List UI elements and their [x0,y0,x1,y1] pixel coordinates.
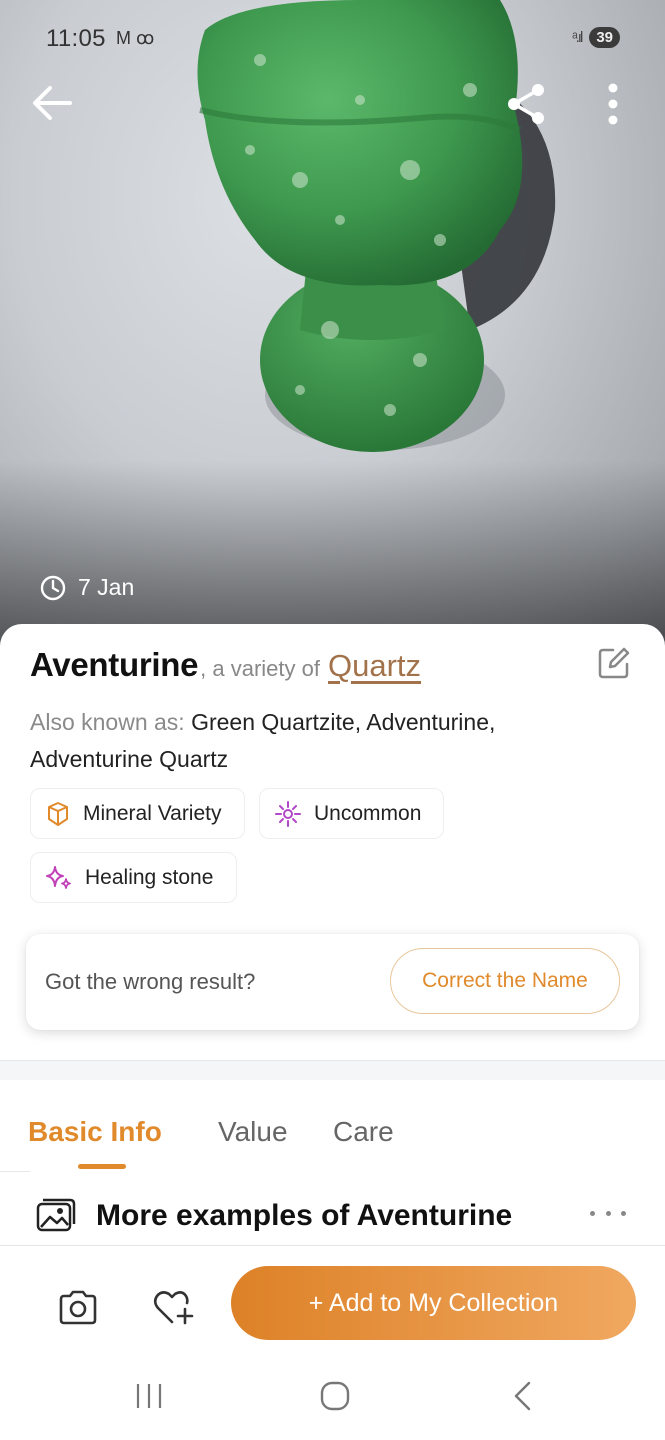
status-bar: 11:05 M ꝏ ᵃ.ıl 39 [0,0,665,78]
tab-care[interactable]: Care [333,1116,394,1148]
sparkle-burst-icon [275,800,301,827]
photo-date: 7 Jan [40,574,134,601]
correct-name-button[interactable]: Correct the Name [390,948,620,1014]
tab-underline [0,1171,30,1172]
aka-label: Also known as: [30,709,185,735]
variety-link[interactable]: Quartz [328,648,421,684]
bottom-action-bar: + Add to My Collection [0,1245,665,1353]
tag-label: Healing stone [85,865,214,889]
tag-uncommon[interactable]: Uncommon [259,788,444,839]
tag-mineral-variety[interactable]: Mineral Variety [30,788,245,839]
status-time: 11:05 [46,25,106,52]
result-name: Aventurine [30,646,199,683]
back-button[interactable] [30,82,76,124]
add-favorite-button[interactable] [152,1289,196,1327]
info-tabs: Basic Info Value Care [0,1080,665,1172]
tab-value[interactable]: Value [218,1116,288,1148]
tag-label: Mineral Variety [83,801,222,825]
section-divider [0,1060,665,1080]
tag-healing-stone[interactable]: Healing stone [30,852,237,903]
home-button[interactable] [320,1381,350,1416]
arrow-left-icon [33,86,72,120]
also-known-as: Also known as: Green Quartzite, Adventur… [30,704,590,778]
section-more-button[interactable] [590,1198,626,1228]
variety-prefix: , a variety of [200,656,320,681]
kebab-menu-icon [608,83,618,125]
add-to-collection-button[interactable]: + Add to My Collection [231,1266,636,1340]
recent-apps-icon [136,1384,162,1408]
hero-photo [0,0,665,660]
heart-plus-icon [153,1291,194,1325]
more-examples-header: More examples of Aventurine [36,1194,636,1238]
result-title: Aventurine , a variety of Quartz [30,646,635,684]
signal-icon: ᵃ.ıl [572,29,583,46]
more-options-button[interactable] [598,82,628,126]
sparkles-icon [46,865,71,889]
system-nav-bar [0,1353,665,1440]
share-icon [508,84,544,124]
tab-basic-info[interactable]: Basic Info [28,1116,162,1148]
share-button[interactable] [505,82,549,126]
status-right: ᵃ.ıl 39 [572,27,620,48]
wrong-result-text: Got the wrong result? [45,969,256,994]
edit-icon [598,647,630,679]
camera-button[interactable] [57,1289,99,1327]
recent-apps-button[interactable] [134,1381,164,1416]
nav-back-button[interactable] [508,1381,538,1416]
image-gallery-icon [36,1198,76,1232]
mineral-gem-icon [48,801,68,826]
wrong-result-card: Got the wrong result? Correct the Name [26,934,639,1030]
notification-icons: M ꝏ [116,28,155,48]
home-icon [320,1381,350,1411]
chevron-left-icon [514,1381,531,1411]
battery-icon: 39 [589,27,620,48]
section-title: More examples of Aventurine [96,1199,513,1232]
camera-icon [59,1290,97,1325]
dot-icon [590,1210,595,1216]
active-tab-indicator [78,1164,126,1169]
dot-icon [605,1210,611,1216]
photo-date-text: 7 Jan [78,574,135,600]
tag-label: Uncommon [314,801,422,825]
dot-icon [621,1210,626,1216]
clock-icon [40,575,66,600]
edit-button[interactable] [597,646,631,680]
